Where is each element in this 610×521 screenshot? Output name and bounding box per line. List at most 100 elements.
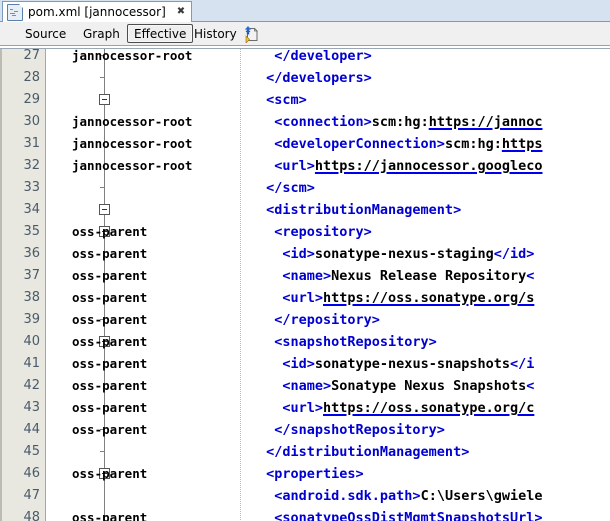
- code-text: <repository>: [258, 221, 372, 243]
- line-number: 28: [23, 70, 40, 85]
- code-line[interactable]: 47 <android.sdk.path>C:\Users\gwiele: [0, 485, 610, 507]
- effective-pom-editor[interactable]: 27 jannocessor-root </developer> 28 </deve…: [0, 48, 610, 521]
- source-origin-label: oss-parent: [72, 466, 148, 481]
- line-number: 44: [23, 422, 40, 437]
- code-text: <url>https://oss.sonatype.org/c: [258, 397, 534, 419]
- line-number: 45: [23, 444, 40, 459]
- code-text: <scm>: [258, 89, 307, 111]
- code-line[interactable]: 27 jannocessor-root </developer>: [0, 48, 610, 67]
- code-token: <repository>: [258, 224, 372, 240]
- close-icon[interactable]: ✖: [177, 6, 185, 18]
- tab-graph[interactable]: Graph: [76, 24, 127, 43]
- code-text: <id>sonatype-nexus-staging</id>: [258, 243, 534, 265]
- source-origin-label: oss-parent: [72, 290, 148, 305]
- editor-tab-pom-xml[interactable]: pom.xml [jannocessor] ✖: [2, 1, 193, 22]
- code-link[interactable]: https://oss.sonatype.org/s: [323, 290, 534, 306]
- line-number: 41: [23, 356, 40, 371]
- code-line[interactable]: 42 oss-parent <name>Sonatype Nexus Snapsh…: [0, 375, 610, 397]
- code-line[interactable]: 32 jannocessor-root <url>https://jannoces…: [0, 155, 610, 177]
- code-token: <url>: [258, 158, 315, 174]
- code-line[interactable]: 36 oss-parent <id>sonatype-nexus-staging<…: [0, 243, 610, 265]
- line-number: 39: [23, 312, 40, 327]
- code-line[interactable]: 30 jannocessor-root <connection>scm:hg:ht…: [0, 111, 610, 133]
- code-line[interactable]: 38 oss-parent <url>https://oss.sonatype.o…: [0, 287, 610, 309]
- code-line[interactable]: 48 oss-parent <sonatypeOssDistMgmtSnapsho…: [0, 507, 610, 521]
- code-token: <sonatypeOssDistMgmtSnapshotsUrl>: [258, 510, 543, 521]
- code-line[interactable]: 31 jannocessor-root <developerConnection>…: [0, 133, 610, 155]
- code-token: Nexus Release Repository: [331, 268, 527, 284]
- line-number: 35: [23, 224, 40, 239]
- code-line[interactable]: 35 oss-parent <repository>: [0, 221, 610, 243]
- code-token: <android.sdk.path>: [258, 488, 421, 504]
- code-token: Sonatype Nexus Snapshots: [331, 378, 527, 394]
- code-token: </distributionManagement>: [258, 444, 470, 460]
- code-line[interactable]: 33 </scm>: [0, 177, 610, 199]
- code-line[interactable]: 40 oss-parent <snapshotRepository>: [0, 331, 610, 353]
- code-token: <scm>: [258, 92, 307, 108]
- code-line[interactable]: 43 oss-parent <url>https://oss.sonatype.o…: [0, 397, 610, 419]
- line-number: 46: [23, 466, 40, 481]
- code-token: </snapshotRepository>: [258, 422, 445, 438]
- code-line[interactable]: 46 oss-parent <properties>: [0, 463, 610, 485]
- code-token: <id>: [258, 246, 315, 262]
- code-token: </id>: [493, 246, 535, 262]
- code-text: <name>Sonatype Nexus Snapshots<: [258, 375, 534, 397]
- source-origin-label: oss-parent: [72, 312, 148, 327]
- code-link[interactable]: https://oss.sonatype.org/c: [323, 400, 534, 416]
- code-link[interactable]: https://jannoc: [429, 114, 543, 130]
- code-token: C:\Users\gwiele: [420, 488, 543, 504]
- code-token: scm:hg:: [444, 136, 502, 152]
- code-token: <id>: [258, 356, 315, 372]
- code-token: <snapshotRepository>: [258, 334, 437, 350]
- source-origin-label: jannocessor-root: [72, 136, 193, 151]
- code-line[interactable]: 28 </developers>: [0, 67, 610, 89]
- code-token: <distributionManagement>: [258, 202, 462, 218]
- line-number: 33: [23, 180, 40, 195]
- export-upload-icon[interactable]: [241, 25, 260, 44]
- xml-file-icon: [7, 3, 23, 21]
- code-token: <developerConnection>: [258, 136, 445, 152]
- line-number: 31: [23, 136, 40, 151]
- code-token: <url>: [258, 290, 324, 306]
- tab-effective[interactable]: Effective: [127, 24, 194, 43]
- code-text: <connection>scm:hg:https://jannoc: [258, 111, 543, 133]
- code-token: sonatype-nexus-snapshots: [314, 356, 510, 372]
- code-link[interactable]: https://jannocessor.googleco: [315, 158, 543, 174]
- source-origin-label: oss-parent: [72, 422, 148, 437]
- line-number: 30: [23, 114, 40, 129]
- tab-source[interactable]: Source: [18, 24, 73, 43]
- code-text: <snapshotRepository>: [258, 331, 437, 353]
- code-line[interactable]: 34 <distributionManagement>: [0, 199, 610, 221]
- code-line[interactable]: 41 oss-parent <id>sonatype-nexus-snapshot…: [0, 353, 610, 375]
- code-line[interactable]: 39 oss-parent </repository>: [0, 309, 610, 331]
- code-link[interactable]: https: [502, 136, 543, 152]
- line-number: 29: [23, 92, 40, 107]
- line-number: 36: [23, 246, 40, 261]
- code-token: </scm>: [258, 180, 315, 196]
- line-number: 32: [23, 158, 40, 173]
- code-line[interactable]: 45 </distributionManagement>: [0, 441, 610, 463]
- code-token: </repository>: [258, 312, 380, 328]
- code-token: </developer>: [258, 48, 372, 64]
- code-text: <properties>: [258, 463, 364, 485]
- code-line[interactable]: 29 <scm>: [0, 89, 610, 111]
- code-text: <id>sonatype-nexus-snapshots</i: [258, 353, 534, 375]
- code-text: <distributionManagement>: [258, 199, 461, 221]
- code-token: <name>: [258, 268, 332, 284]
- code-line[interactable]: 44 oss-parent </snapshotRepository>: [0, 419, 610, 441]
- source-origin-label: oss-parent: [72, 268, 148, 283]
- code-line[interactable]: 37 oss-parent <name>Nexus Release Reposit…: [0, 265, 610, 287]
- line-number: 42: [23, 378, 40, 393]
- code-text: <url>https://jannocessor.googleco: [258, 155, 542, 177]
- code-token: </i: [509, 356, 535, 372]
- source-origin-label: oss-parent: [72, 356, 148, 371]
- code-text: </developers>: [258, 67, 372, 89]
- view-mode-toolbar: Source Graph Effective History: [0, 22, 610, 46]
- code-text: <name>Nexus Release Repository<: [258, 265, 534, 287]
- code-text: </repository>: [258, 309, 380, 331]
- source-origin-label: oss-parent: [72, 224, 148, 239]
- tab-history[interactable]: History: [187, 24, 244, 43]
- source-origin-label: oss-parent: [72, 400, 148, 415]
- source-origin-label: oss-parent: [72, 510, 148, 521]
- line-number: 47: [23, 488, 40, 503]
